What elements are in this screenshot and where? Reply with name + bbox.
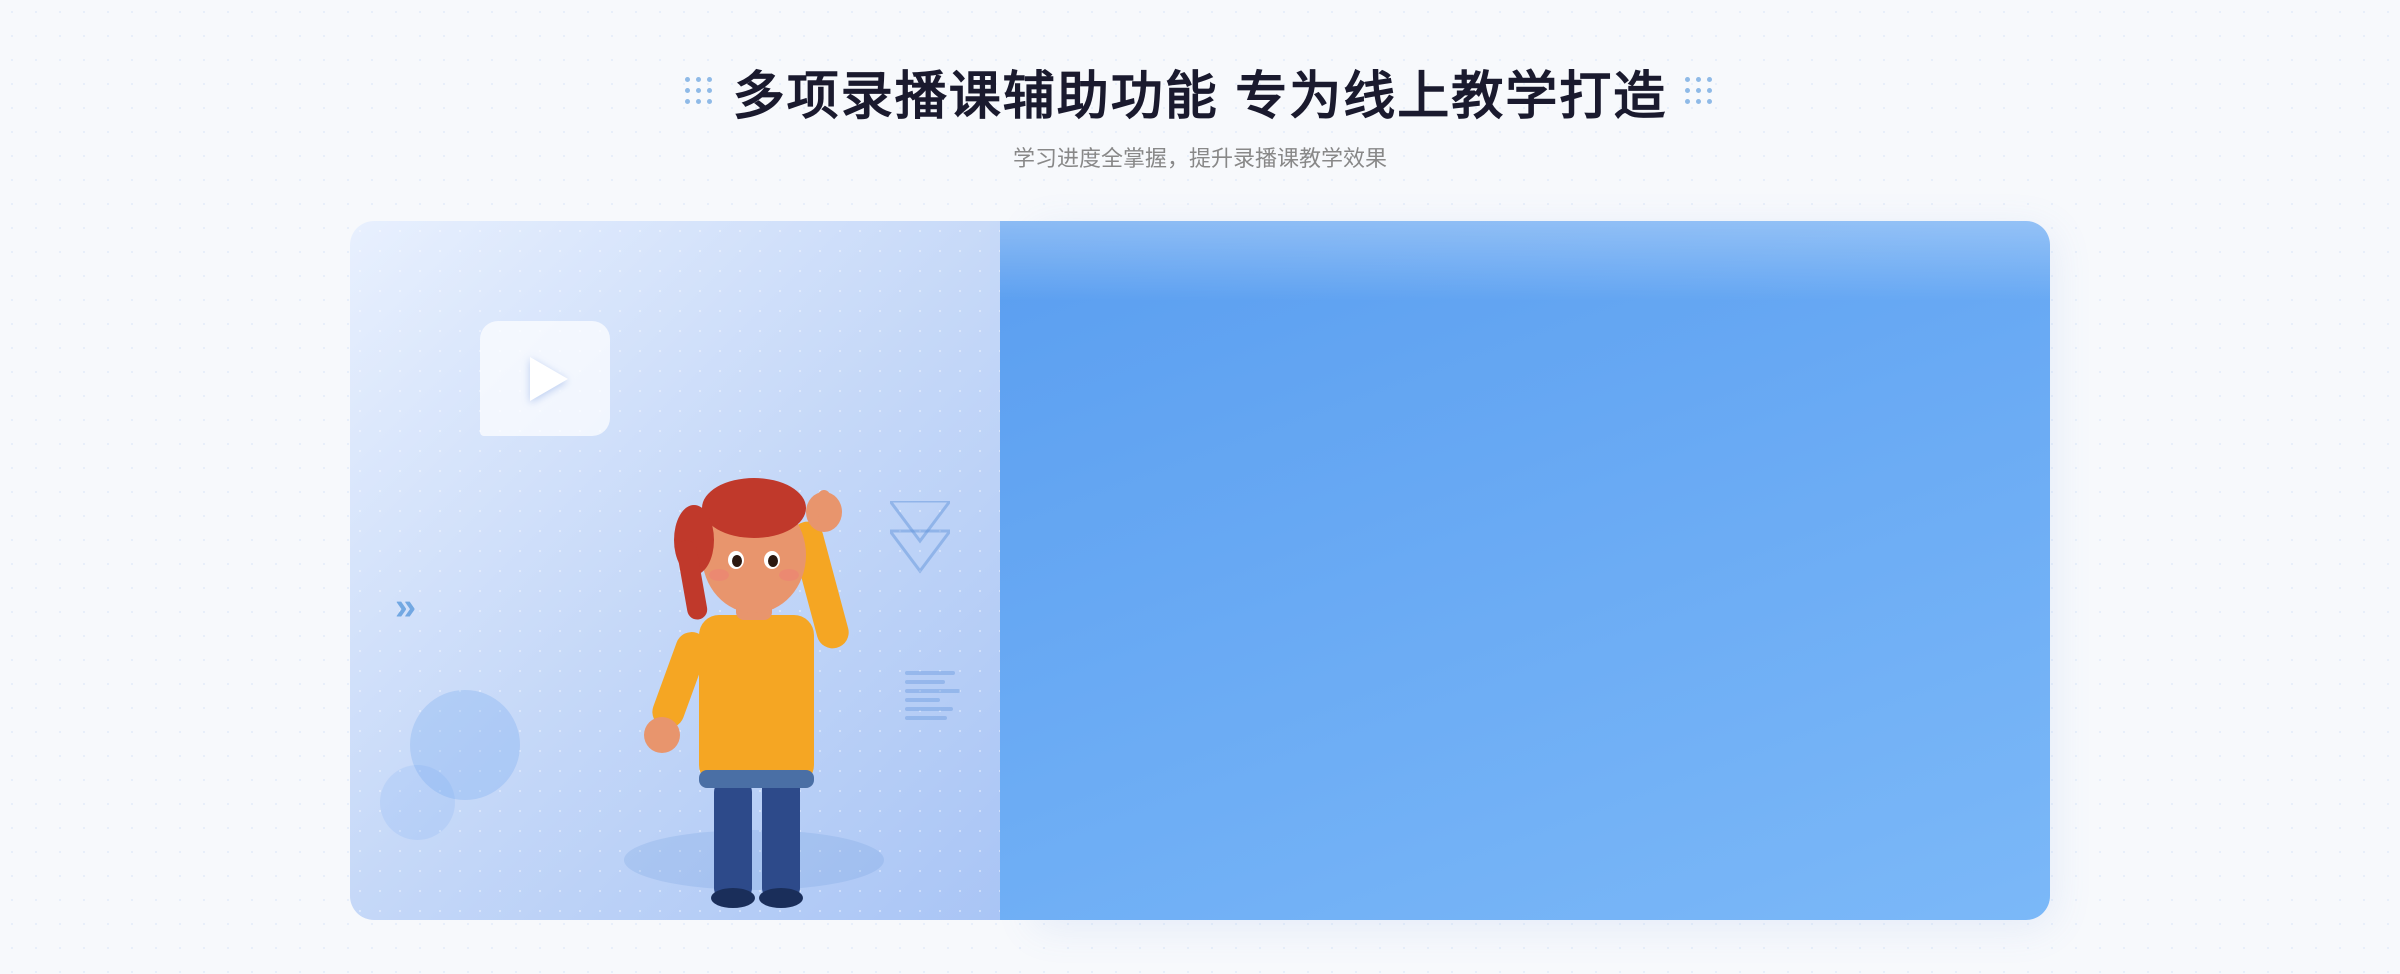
page-container: 多项录播课辅助功能 专为线上教学打造 学习进度全掌握，提升录播课教学效果 » (0, 0, 2400, 974)
decorative-arrows (890, 501, 950, 581)
person-illustration (594, 400, 914, 920)
blue-background-card (1000, 221, 2050, 920)
header-section: 多项录播课辅助功能 专为线上教学打造 学习进度全掌握，提升录播课教学效果 (685, 54, 1715, 173)
page-subtitle: 学习进度全掌握，提升录播课教学效果 (685, 141, 1715, 173)
decorative-circle-small (380, 765, 455, 840)
header-title-row: 多项录播课辅助功能 专为线上教学打造 (685, 54, 1715, 129)
left-arrow-decoration: » (395, 586, 416, 629)
content-wrapper: » (350, 221, 2050, 920)
play-bubble (480, 321, 610, 436)
right-decorative-dots (1685, 77, 1715, 107)
left-decorative-dots (685, 77, 715, 107)
page-title: 多项录播课辅助功能 专为线上教学打造 (733, 54, 1667, 129)
play-icon (530, 357, 568, 401)
blue-shimmer (1000, 221, 2050, 301)
illustration-card: » (350, 221, 1030, 920)
